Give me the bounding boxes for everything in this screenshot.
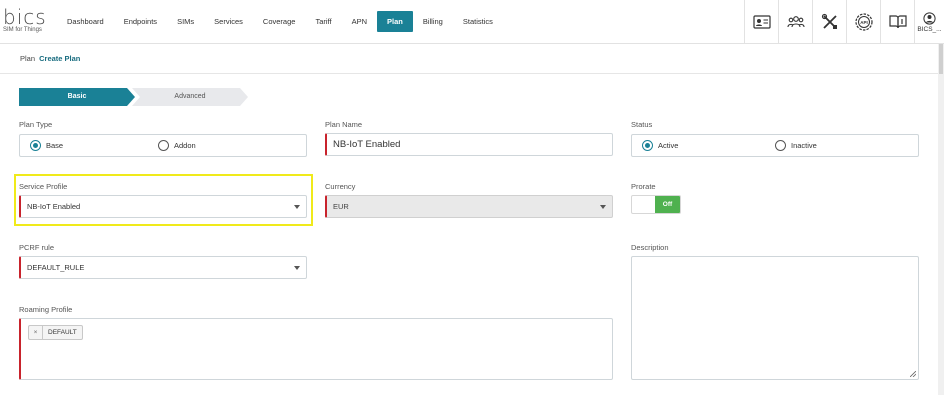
service-profile-value: NB-IoT Enabled (27, 202, 81, 211)
nav-coverage[interactable]: Coverage (253, 11, 306, 32)
radio-label: Addon (174, 141, 196, 150)
users-icon[interactable] (778, 0, 812, 44)
pcrf-rule-value: DEFAULT_RULE (27, 263, 85, 272)
nav-endpoints[interactable]: Endpoints (114, 11, 167, 32)
book-icon[interactable] (880, 0, 914, 44)
currency-select: EUR (325, 195, 613, 218)
service-profile-label: Service Profile (19, 182, 68, 191)
breadcrumb-current: Create Plan (39, 54, 81, 63)
scrollbar-thumb[interactable] (939, 44, 943, 74)
step-basic[interactable]: Basic (19, 88, 135, 106)
step-advanced[interactable]: Advanced (132, 88, 248, 106)
roaming-profile-label: Roaming Profile (19, 305, 73, 314)
user-avatar-icon (923, 11, 936, 25)
chevron-down-icon (294, 205, 300, 209)
bics-logo[interactable]: bics SIM for Things (3, 5, 47, 33)
radio-plan-type-addon[interactable]: Addon (158, 140, 196, 151)
user-menu[interactable]: BICS_... (914, 0, 944, 44)
chip-label: DEFAULT (48, 329, 77, 336)
pcrf-rule-label: PCRF rule (19, 243, 55, 252)
logo-text: bics (3, 5, 47, 29)
remove-chip-icon[interactable]: × (29, 326, 43, 339)
nav-sims[interactable]: SIMs (167, 11, 204, 32)
nav-tariff[interactable]: Tariff (305, 11, 341, 32)
status-group: Active Inactive (631, 134, 919, 157)
prorate-label: Prorate (631, 182, 656, 191)
nav-dashboard[interactable]: Dashboard (57, 11, 114, 32)
main-nav: Dashboard Endpoints SIMs Services Covera… (57, 11, 503, 32)
id-card-icon[interactable] (744, 0, 778, 44)
plan-name-input[interactable]: NB-IoT Enabled (325, 133, 613, 156)
roaming-profile-chip: × DEFAULT (28, 325, 83, 340)
radio-status-active[interactable]: Active (642, 140, 678, 151)
logo-tagline: SIM for Things (3, 27, 42, 33)
radio-unselected-icon (158, 140, 169, 151)
prorate-toggle-state: Off (655, 196, 680, 213)
roaming-profile-multiselect[interactable]: × DEFAULT (19, 318, 613, 380)
resize-grip-icon[interactable] (910, 371, 916, 377)
top-icon-bar: API BICS_... (744, 0, 944, 44)
radio-unselected-icon (775, 140, 786, 151)
description-textarea[interactable] (631, 256, 919, 380)
tools-icon[interactable] (812, 0, 846, 44)
radio-selected-icon (30, 140, 41, 151)
radio-plan-type-base[interactable]: Base (30, 140, 63, 151)
radio-selected-icon (642, 140, 653, 151)
radio-label: Inactive (791, 141, 817, 150)
plan-type-label: Plan Type (19, 120, 53, 129)
breadcrumb-root[interactable]: Plan (20, 54, 35, 63)
plan-type-group: Base Addon (19, 134, 307, 157)
nav-statistics[interactable]: Statistics (453, 11, 503, 32)
api-icon[interactable]: API (846, 0, 880, 44)
status-label: Status (631, 120, 653, 129)
service-profile-select[interactable]: NB-IoT Enabled (19, 195, 307, 218)
nav-apn[interactable]: APN (342, 11, 377, 32)
nav-billing[interactable]: Billing (413, 11, 453, 32)
chevron-down-icon (600, 205, 606, 209)
currency-value: EUR (333, 202, 349, 211)
chevron-down-icon (294, 266, 300, 270)
radio-label: Base (46, 141, 64, 150)
page-scrollbar[interactable] (938, 44, 944, 395)
description-label: Description (631, 243, 669, 252)
breadcrumb: Plan Create Plan (0, 44, 938, 74)
prorate-toggle[interactable]: Off (631, 195, 681, 214)
svg-text:API: API (860, 20, 868, 25)
pcrf-rule-select[interactable]: DEFAULT_RULE (19, 256, 307, 279)
user-name: BICS_... (917, 25, 942, 33)
plan-name-label: Plan Name (325, 120, 363, 129)
nav-services[interactable]: Services (204, 11, 253, 32)
currency-label: Currency (325, 182, 356, 191)
nav-plan[interactable]: Plan (377, 11, 413, 32)
radio-status-inactive[interactable]: Inactive (775, 140, 817, 151)
radio-label: Active (658, 141, 679, 150)
top-navbar: bics SIM for Things Dashboard Endpoints … (0, 0, 944, 44)
